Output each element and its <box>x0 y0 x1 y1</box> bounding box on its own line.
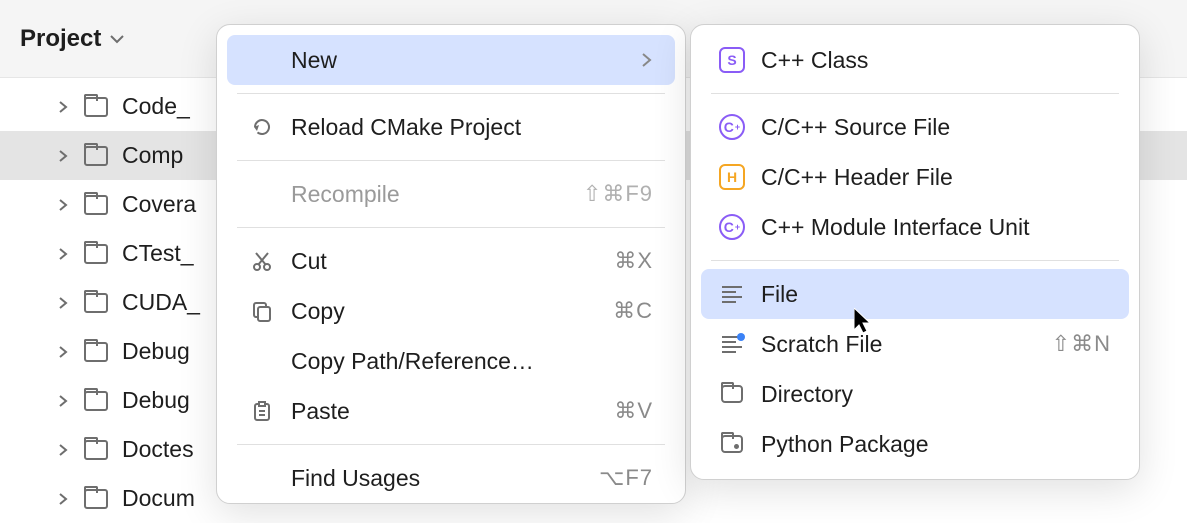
chevron-right-icon <box>56 394 70 408</box>
folder-icon <box>84 97 108 117</box>
folder-icon <box>84 342 108 362</box>
menu-item-label: Reload CMake Project <box>291 114 653 141</box>
menu-item-shortcut: ⇧⌘F9 <box>583 181 653 207</box>
reload-icon <box>249 114 275 140</box>
submenu-item-shortcut: ⇧⌘N <box>1052 331 1111 357</box>
menu-separator <box>237 444 665 445</box>
menu-item-shortcut: ⌥F7 <box>599 465 653 491</box>
sidebar-title: Project <box>20 25 101 53</box>
paste-icon <box>249 398 275 424</box>
submenu-item-c-c-header-file[interactable]: H C/C++ Header File <box>701 152 1129 202</box>
submenu-item-label: C/C++ Header File <box>761 164 1111 191</box>
cplus-icon: C+ <box>719 114 745 140</box>
submenu-item-c-class[interactable]: S C++ Class <box>701 35 1129 85</box>
folder-icon <box>84 489 108 509</box>
chevron-right-icon <box>56 247 70 261</box>
submenu-item-label: C++ Module Interface Unit <box>761 214 1111 241</box>
tree-item-label: CTest_ <box>122 240 194 267</box>
menu-item-label: Cut <box>291 248 598 275</box>
menu-item-label: New <box>291 47 625 74</box>
submenu-item-label: File <box>761 281 1111 308</box>
submenu-item-label: Directory <box>761 381 1111 408</box>
submenu-item-directory[interactable]: Directory <box>701 369 1129 419</box>
submenu-item-python-package[interactable]: Python Package <box>701 419 1129 469</box>
menu-item-new[interactable]: New <box>227 35 675 85</box>
menu-item-copy-path-reference[interactable]: Copy Path/Reference… <box>227 336 675 386</box>
cut-icon <box>249 248 275 274</box>
blank-icon <box>249 348 275 374</box>
menu-item-label: Copy <box>291 298 597 325</box>
tree-item-label: Comp <box>122 142 183 169</box>
submenu-item-label: Python Package <box>761 431 1111 458</box>
chevron-right-icon <box>56 296 70 310</box>
menu-item-shortcut: ⌘C <box>613 298 653 324</box>
class-icon: S <box>719 47 745 73</box>
menu-item-reload-cmake-project[interactable]: Reload CMake Project <box>227 102 675 152</box>
dir-icon <box>719 381 745 407</box>
new-submenu[interactable]: S C++ Class C+ C/C++ Source File H C/C++ Head… <box>690 24 1140 480</box>
tree-item-label: Docum <box>122 485 195 512</box>
menu-item-recompile: Recompile ⇧⌘F9 <box>227 169 675 219</box>
chevron-right-icon <box>56 100 70 114</box>
menu-item-label: Paste <box>291 398 598 425</box>
submenu-item-label: C/C++ Source File <box>761 114 1111 141</box>
submenu-item-label: Scratch File <box>761 331 1036 358</box>
submenu-item-label: C++ Class <box>761 47 1111 74</box>
menu-separator <box>237 93 665 94</box>
menu-item-copy[interactable]: Copy ⌘C <box>227 286 675 336</box>
chevron-right-icon <box>56 443 70 457</box>
chevron-right-icon <box>641 52 653 68</box>
folder-icon <box>84 146 108 166</box>
submenu-item-c-c-source-file[interactable]: C+ C/C++ Source File <box>701 102 1129 152</box>
lines-dot-icon <box>719 331 745 357</box>
menu-item-label: Recompile <box>291 181 567 208</box>
chevron-right-icon <box>56 198 70 212</box>
submenu-item-c-module-interface-unit[interactable]: C+ C++ Module Interface Unit <box>701 202 1129 252</box>
blank-icon <box>249 181 275 207</box>
h-icon: H <box>719 164 745 190</box>
menu-item-label: Find Usages <box>291 465 583 492</box>
submenu-item-file[interactable]: File <box>701 269 1129 319</box>
chevron-right-icon <box>56 492 70 506</box>
tree-item-label: Debug <box>122 387 190 414</box>
tree-item-label: CUDA_ <box>122 289 200 316</box>
menu-separator <box>711 93 1119 94</box>
menu-item-shortcut: ⌘X <box>614 248 653 274</box>
tree-item-label: Debug <box>122 338 190 365</box>
chevron-right-icon <box>56 149 70 163</box>
menu-item-shortcut: ⌘V <box>614 398 653 424</box>
blank-icon <box>249 465 275 491</box>
menu-separator <box>237 160 665 161</box>
folder-icon <box>84 293 108 313</box>
menu-item-find-usages[interactable]: Find Usages ⌥F7 <box>227 453 675 503</box>
menu-item-cut[interactable]: Cut ⌘X <box>227 236 675 286</box>
menu-separator <box>237 227 665 228</box>
folder-icon <box>84 391 108 411</box>
blank-icon <box>249 47 275 73</box>
copy-icon <box>249 298 275 324</box>
tree-item-label: Covera <box>122 191 196 218</box>
chevron-down-icon <box>109 31 125 47</box>
cplus-icon: C+ <box>719 214 745 240</box>
dir-dot-icon <box>719 431 745 457</box>
folder-icon <box>84 195 108 215</box>
lines-icon <box>719 281 745 307</box>
folder-icon <box>84 244 108 264</box>
submenu-item-scratch-file[interactable]: Scratch File ⇧⌘N <box>701 319 1129 369</box>
tree-item-label: Code_ <box>122 93 190 120</box>
menu-item-paste[interactable]: Paste ⌘V <box>227 386 675 436</box>
folder-icon <box>84 440 108 460</box>
menu-separator <box>711 260 1119 261</box>
tree-item-label: Doctes <box>122 436 194 463</box>
context-menu[interactable]: New Reload CMake Project Recompile ⇧⌘F9 Cut ⌘… <box>216 24 686 504</box>
chevron-right-icon <box>56 345 70 359</box>
menu-item-label: Copy Path/Reference… <box>291 348 653 375</box>
